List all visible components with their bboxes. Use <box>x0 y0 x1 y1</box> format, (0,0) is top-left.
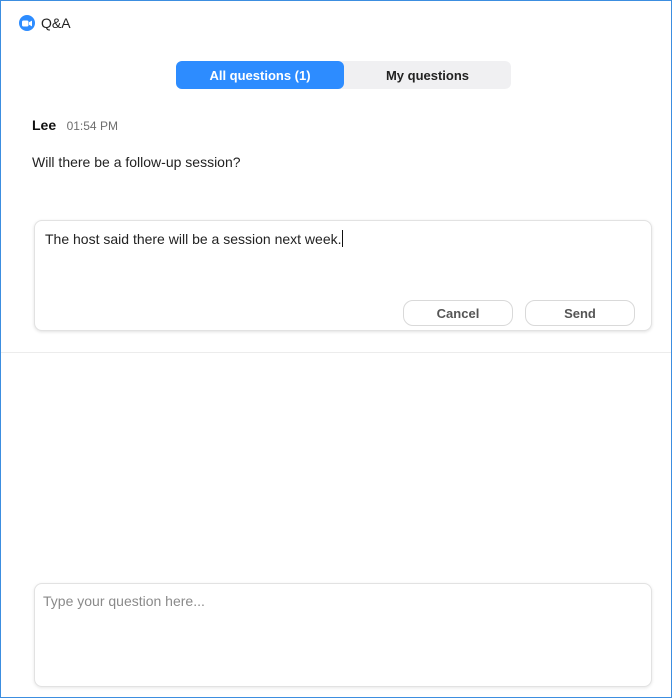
question-author: Lee <box>32 117 57 133</box>
compose-box[interactable] <box>34 583 652 687</box>
window-title: Q&A <box>41 15 71 31</box>
section-divider <box>1 352 671 353</box>
question-time: 01:54 PM <box>66 119 118 133</box>
zoom-camera-icon <box>19 15 35 31</box>
tab-my-questions[interactable]: My questions <box>344 61 511 89</box>
send-button[interactable]: Send <box>525 300 635 326</box>
question-header: Lee 01:54 PM <box>32 117 118 135</box>
reply-input[interactable]: The host said there will be a session ne… <box>45 230 343 247</box>
reply-input-value: The host said there will be a session ne… <box>45 231 342 247</box>
question-input[interactable] <box>35 584 651 686</box>
question-text: Will there be a follow-up session? <box>32 154 241 170</box>
tab-all-questions[interactable]: All questions (1) <box>176 61 344 89</box>
question-tabs: All questions (1) My questions <box>176 61 511 89</box>
qa-window: Q&A All questions (1) My questions Lee 0… <box>0 0 672 698</box>
reply-box[interactable]: The host said there will be a session ne… <box>34 220 652 331</box>
title-bar: Q&A <box>1 1 671 45</box>
cancel-button[interactable]: Cancel <box>403 300 513 326</box>
text-cursor <box>341 230 343 247</box>
